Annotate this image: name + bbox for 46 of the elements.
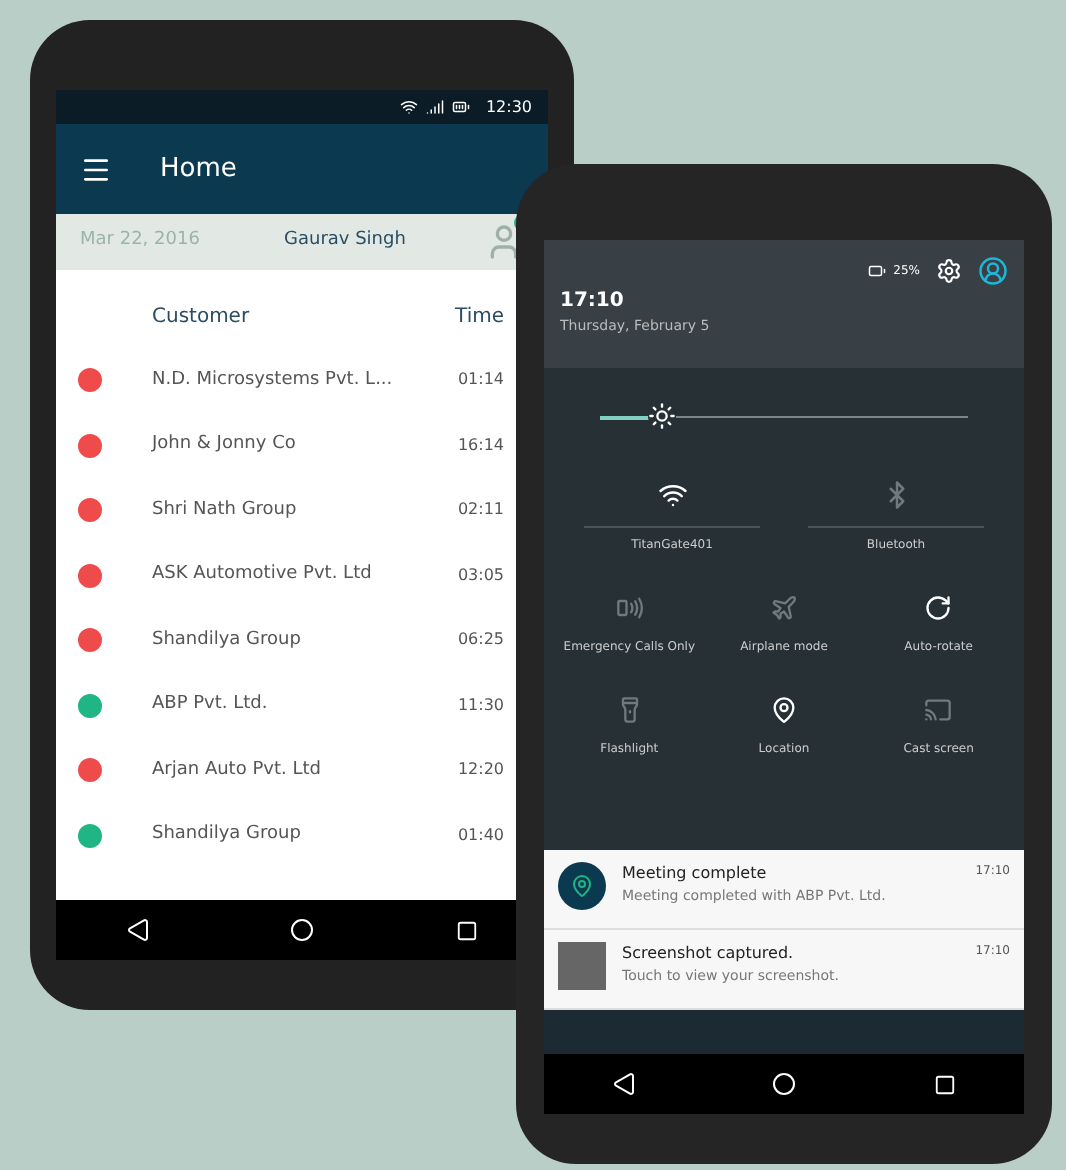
battery-icon <box>451 98 470 116</box>
customer-name[interactable]: Shandilya Group <box>152 627 458 654</box>
time-cell: 03:05 <box>457 563 504 588</box>
back-button[interactable] <box>612 1072 637 1096</box>
customer-name[interactable]: Shri Nath Group <box>152 497 458 524</box>
settings-icon[interactable] <box>936 258 962 284</box>
signal-icon <box>425 98 444 116</box>
column-header: Customer <box>152 304 252 332</box>
time-cell: 06:25 <box>457 628 504 653</box>
app-icon <box>558 862 606 910</box>
customer-name[interactable]: N.D. Microsystems Pvt. L... <box>152 367 458 394</box>
home-button[interactable] <box>290 918 315 942</box>
menu-icon[interactable] <box>80 153 112 185</box>
recents-button[interactable] <box>933 1073 956 1095</box>
brightness-thumb-icon[interactable] <box>648 401 677 429</box>
recents-button[interactable] <box>455 919 478 941</box>
user-name: Gaurav Singh <box>284 228 408 255</box>
wifi-icon <box>657 480 687 510</box>
customer-name[interactable]: John & Jonny Co <box>152 432 458 459</box>
notification-title: Meeting complete <box>622 862 769 886</box>
customer-name[interactable]: ABP Pvt. Ltd. <box>152 692 458 719</box>
column-header: Time <box>455 304 504 332</box>
airplane-icon <box>769 594 798 622</box>
rotate-icon <box>924 594 953 622</box>
back-button[interactable] <box>126 918 151 942</box>
customer-name[interactable]: ASK Automotive Pvt. Ltd <box>152 562 458 589</box>
app-title: Home <box>160 151 237 188</box>
time-cell: 16:14 <box>457 433 504 458</box>
time-cell: 12:20 <box>457 758 504 783</box>
date-label: Mar 22, 2016 <box>80 228 202 255</box>
battery-icon <box>867 262 886 280</box>
location-pin-icon <box>769 696 798 724</box>
time-cell: 01:14 <box>457 368 504 393</box>
customer-name[interactable]: Arjan Auto Pvt. Ltd <box>152 757 458 784</box>
home-button[interactable] <box>772 1072 797 1096</box>
time-cell: 02:11 <box>457 498 504 523</box>
status-time: 12:30 <box>485 95 532 119</box>
user-icon[interactable] <box>978 256 1008 286</box>
notification-title: Screenshot captured. <box>622 942 796 966</box>
clock-time: 17:10 <box>560 288 626 316</box>
time-cell: 01:40 <box>457 823 504 848</box>
screenshot-thumbnail <box>558 942 606 990</box>
cast-icon <box>924 696 953 724</box>
customer-name[interactable]: Shandilya Group <box>152 822 458 849</box>
wifi-icon <box>399 98 418 116</box>
time-cell: 11:30 <box>457 693 504 718</box>
